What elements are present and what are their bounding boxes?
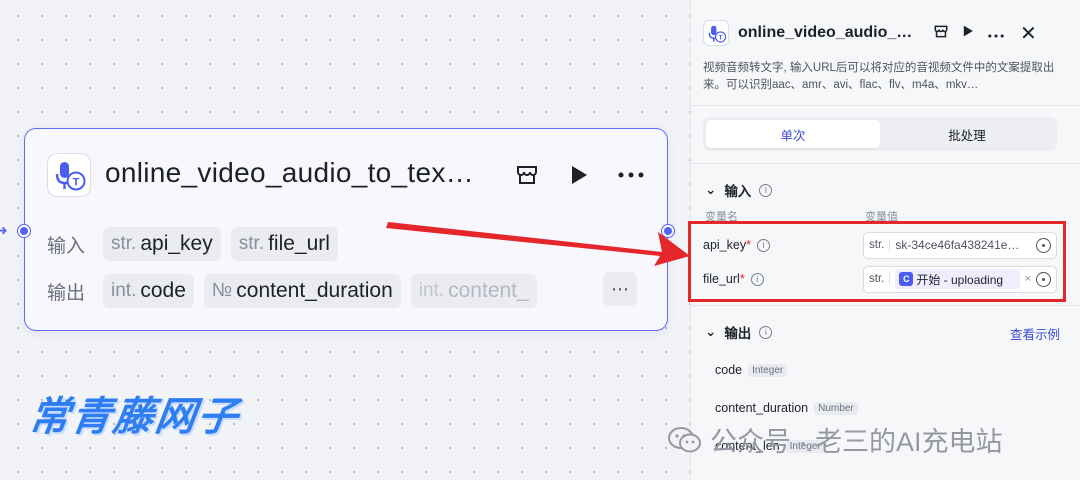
svg-text:T: T <box>73 177 80 189</box>
incoming-edge-arrow-icon: ➜ <box>0 222 8 238</box>
tab-batch[interactable]: 批处理 <box>880 120 1054 148</box>
input-chip-file-url: str. file_url <box>230 227 338 261</box>
chevron-down-icon[interactable]: ⌄ <box>705 182 716 198</box>
input-section-title: 输入 <box>724 184 752 199</box>
output-chip-content: int. content_ <box>410 274 537 308</box>
info-icon[interactable]: i <box>759 183 773 197</box>
divider <box>691 105 1080 106</box>
plugin-store-icon[interactable] <box>513 161 541 189</box>
node-input-port[interactable] <box>18 225 30 237</box>
output-section-title: 输出 <box>724 326 752 341</box>
node-output-port[interactable] <box>662 225 674 237</box>
node-outputs-row: 输出 int. code № content_duration int. con… <box>47 274 537 308</box>
type-badge: Integer <box>748 363 788 377</box>
wechat-icon <box>668 426 701 452</box>
input-section-header[interactable]: ⌄ 输入 i <box>705 180 773 200</box>
output-name: code <box>715 363 743 377</box>
output-item: code Integer <box>715 363 788 377</box>
output-section-header[interactable]: ⌄ 输出 i <box>705 322 773 342</box>
annotation-highlight-box <box>688 221 1066 302</box>
input-name: api_key <box>140 232 213 255</box>
run-play-icon[interactable] <box>565 161 593 189</box>
input-type: str. <box>111 233 137 254</box>
output-type: № <box>211 280 233 301</box>
speech-to-text-plugin-icon: T <box>703 20 729 46</box>
output-name: content_ <box>448 279 529 302</box>
run-play-icon[interactable] <box>962 24 974 42</box>
output-name: code <box>140 279 186 302</box>
speech-to-text-plugin-icon: T <box>47 153 91 197</box>
svg-text:T: T <box>719 35 723 42</box>
input-label: 输入 <box>47 235 86 257</box>
tab-single[interactable]: 单次 <box>706 120 880 148</box>
info-icon[interactable]: i <box>759 325 773 339</box>
more-outputs-button[interactable]: ⋯ <box>603 272 637 306</box>
output-type: int. <box>111 280 137 301</box>
node-title: online_video_audio_to_tex… <box>105 157 474 188</box>
output-chip-content-duration: № content_duration <box>203 274 401 308</box>
output-item: content_duration Number <box>715 401 858 415</box>
close-icon[interactable]: ✕ <box>1020 21 1037 46</box>
input-type: str. <box>238 233 265 254</box>
account-name: 公众号 · 老三的AI充电站 <box>710 427 1003 457</box>
workflow-plugin-node[interactable]: T online_video_audio_to_tex… 输入 str. api… <box>18 128 674 331</box>
type-badge: Number <box>814 401 858 415</box>
output-label: 输出 <box>47 282 86 304</box>
output-type: int. <box>418 280 445 301</box>
input-name: file_url <box>268 232 330 255</box>
plugin-description: 视频音频转文字, 输入URL后可以将对应的音视频文件中的文案提取出来。可以识别a… <box>703 62 1055 91</box>
panel-header: T online_video_audio_… ✕ <box>703 18 1068 48</box>
brand-watermark: 常青藤网子 <box>26 395 243 439</box>
output-name: content_duration <box>236 279 393 302</box>
output-chip-code: int. code <box>103 274 194 308</box>
plugin-store-icon[interactable] <box>934 25 948 42</box>
chevron-down-icon[interactable]: ⌄ <box>705 324 716 340</box>
divider <box>691 305 1080 306</box>
run-mode-tabs: 单次 批处理 <box>703 117 1057 151</box>
more-options-icon[interactable] <box>988 25 1004 42</box>
divider <box>691 163 1080 164</box>
input-chip-api-key: str. api_key <box>103 227 221 261</box>
account-watermark: 公众号 · 老三的AI充电站 <box>668 420 1003 459</box>
see-example-link[interactable]: 查看示例 <box>1010 324 1060 343</box>
panel-title: online_video_audio_… <box>738 24 913 41</box>
node-inputs-row: 输入 str. api_key str. file_url <box>47 227 338 261</box>
more-options-icon[interactable] <box>617 161 645 189</box>
output-name: content_duration <box>715 401 809 415</box>
